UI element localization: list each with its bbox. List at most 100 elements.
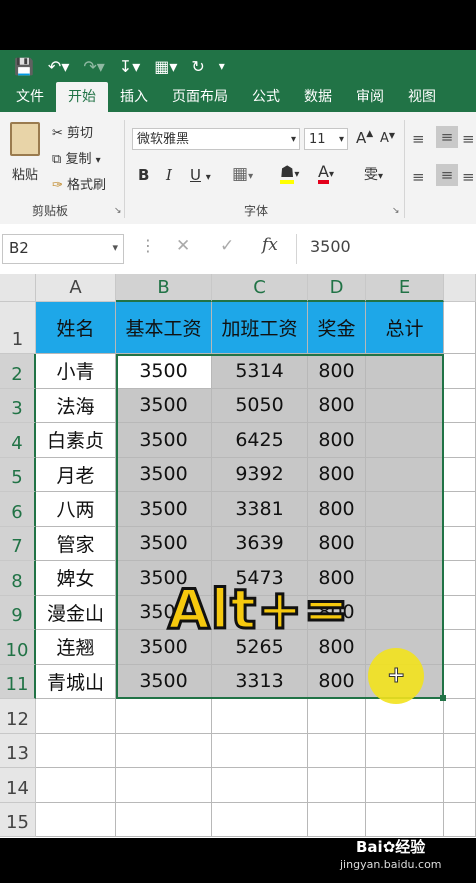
table-header-cell[interactable]: 加班工资 [212, 302, 308, 354]
row-header-13[interactable]: 13 [0, 733, 36, 768]
paste-button[interactable]: 粘贴 [8, 122, 42, 186]
empty-cell[interactable] [444, 595, 476, 630]
name-box[interactable]: B2 ▾ [2, 234, 124, 264]
empty-cell[interactable] [444, 699, 476, 734]
copy-button[interactable]: ⧉ 复制 ▾ [52, 148, 101, 167]
column-header-a[interactable]: A [36, 274, 116, 302]
font-name-combo[interactable]: 微软雅黑 ▾ [132, 128, 300, 150]
format-icon[interactable]: ▦▾ [154, 57, 177, 76]
table-cell[interactable]: 管家 [36, 526, 116, 561]
tab-data[interactable]: 数据 [292, 82, 344, 112]
shrink-font-button[interactable]: A▼ [380, 131, 395, 146]
save-icon[interactable]: 💾 [14, 57, 34, 76]
empty-cell[interactable] [212, 768, 308, 803]
table-cell[interactable]: 法海 [36, 388, 116, 423]
empty-cell[interactable] [444, 354, 476, 389]
column-header-b[interactable]: B [116, 274, 212, 302]
import-icon[interactable]: ↧▾ [119, 57, 140, 76]
italic-button[interactable]: I [166, 166, 172, 184]
row-header-14[interactable]: 14 [0, 768, 36, 803]
table-cell[interactable]: 连翘 [36, 630, 116, 665]
empty-cell[interactable] [116, 768, 212, 803]
format-painter-button[interactable]: ✑ 格式刷 [52, 174, 106, 193]
empty-cell[interactable] [212, 733, 308, 768]
insert-function-icon[interactable]: fx [262, 235, 278, 255]
enter-icon[interactable]: ✓ [220, 236, 234, 256]
empty-cell[interactable] [444, 423, 476, 458]
underline-button[interactable]: U ▾ [190, 166, 211, 184]
tab-file[interactable]: 文件 [0, 82, 56, 112]
empty-cell[interactable] [308, 733, 366, 768]
empty-cell[interactable] [444, 768, 476, 803]
row-header-2[interactable]: 2 [0, 354, 36, 389]
empty-cell[interactable] [444, 302, 476, 354]
bold-button[interactable]: B [138, 166, 149, 184]
cut-button[interactable]: ✂ 剪切 [52, 122, 93, 141]
phonetic-button[interactable]: 雯▾ [364, 164, 383, 184]
table-header-cell[interactable]: 总计 [366, 302, 444, 354]
tab-insert[interactable]: 插入 [108, 82, 160, 112]
formula-input[interactable]: 3500 [310, 237, 351, 256]
align-right-icon[interactable]: ≡ [462, 168, 475, 186]
font-launcher-icon[interactable]: ↘ [392, 206, 400, 216]
row-header-1[interactable]: 1 [0, 302, 36, 354]
align-left-icon[interactable]: ≡ [412, 168, 425, 186]
font-color-button[interactable]: A▾ [318, 162, 334, 184]
empty-cell[interactable] [308, 699, 366, 734]
column-header-f[interactable] [444, 274, 476, 302]
column-header-e[interactable]: E [366, 274, 444, 302]
empty-cell[interactable] [444, 388, 476, 423]
row-header-9[interactable]: 9 [0, 595, 36, 630]
table-cell[interactable]: 漫金山 [36, 595, 116, 630]
align-middle-icon[interactable]: ≡ [436, 126, 458, 148]
empty-cell[interactable] [116, 699, 212, 734]
select-all-corner[interactable] [0, 274, 36, 302]
align-center-icon[interactable]: ≡ [436, 164, 458, 186]
tab-page-layout[interactable]: 页面布局 [160, 82, 240, 112]
empty-cell[interactable] [444, 561, 476, 596]
empty-cell[interactable] [366, 802, 444, 837]
empty-cell[interactable] [444, 457, 476, 492]
row-header-8[interactable]: 8 [0, 561, 36, 596]
empty-cell[interactable] [308, 768, 366, 803]
row-header-3[interactable]: 3 [0, 388, 36, 423]
tab-view[interactable]: 视图 [396, 82, 448, 112]
empty-cell[interactable] [212, 699, 308, 734]
table-header-cell[interactable]: 奖金 [308, 302, 366, 354]
table-header-cell[interactable]: 姓名 [36, 302, 116, 354]
tab-home[interactable]: 开始 [56, 82, 108, 112]
undo-icon[interactable]: ↶▾ [48, 57, 69, 76]
table-header-cell[interactable]: 基本工资 [116, 302, 212, 354]
spreadsheet-grid[interactable]: A B C D E 1 2 3 4 5 6 7 8 9 10 11 12 13 14 15 姓名 基本工资 加班工资 奖金 总计… [0, 274, 476, 838]
table-cell[interactable]: 小青 [36, 354, 116, 389]
row-header-5[interactable]: 5 [0, 457, 36, 492]
grow-font-button[interactable]: A▲ [356, 129, 373, 147]
empty-cell[interactable] [116, 802, 212, 837]
row-header-7[interactable]: 7 [0, 526, 36, 561]
empty-cell[interactable] [444, 526, 476, 561]
fill-color-button[interactable]: ☗▾ [280, 162, 299, 184]
table-cell[interactable]: 白素贞 [36, 423, 116, 458]
row-header-6[interactable]: 6 [0, 492, 36, 527]
refresh-icon[interactable]: ↻ [191, 57, 204, 76]
row-header-15[interactable]: 15 [0, 802, 36, 837]
align-bottom-icon[interactable]: ≡ [462, 130, 475, 148]
tab-review[interactable]: 审阅 [344, 82, 396, 112]
row-header-12[interactable]: 12 [0, 699, 36, 734]
empty-cell[interactable] [36, 802, 116, 837]
empty-cell[interactable] [366, 699, 444, 734]
empty-cell[interactable] [366, 768, 444, 803]
row-header-11[interactable]: 11 [0, 664, 36, 699]
table-cell[interactable]: 婢女 [36, 561, 116, 596]
tab-formulas[interactable]: 公式 [240, 82, 292, 112]
empty-cell[interactable] [36, 699, 116, 734]
table-cell[interactable]: 月老 [36, 457, 116, 492]
border-button[interactable]: ▦▾ [232, 164, 253, 184]
align-top-icon[interactable]: ≡ [412, 130, 425, 148]
empty-cell[interactable] [308, 802, 366, 837]
empty-cell[interactable] [444, 664, 476, 699]
row-header-10[interactable]: 10 [0, 630, 36, 665]
empty-cell[interactable] [36, 733, 116, 768]
table-cell[interactable]: 八两 [36, 492, 116, 527]
empty-cell[interactable] [116, 733, 212, 768]
